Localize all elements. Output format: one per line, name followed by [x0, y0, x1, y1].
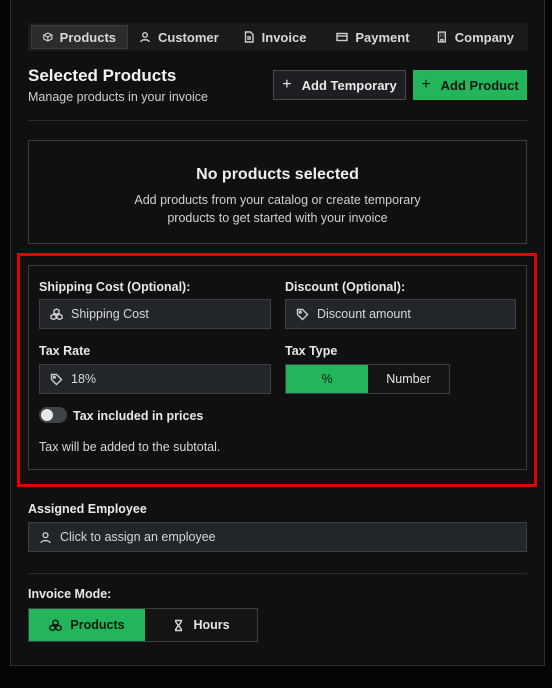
- tab-payment[interactable]: Payment: [325, 25, 425, 49]
- tab-company[interactable]: Company: [425, 25, 525, 49]
- tax-included-label: Tax included in prices: [73, 409, 204, 423]
- tax-rate-input[interactable]: 18%: [39, 364, 271, 394]
- shipping-cost-input[interactable]: Shipping Cost: [39, 299, 271, 329]
- credit-card-icon: [336, 32, 349, 42]
- tax-type-number-option[interactable]: Number: [368, 365, 449, 393]
- tab-customer-label: Customer: [158, 29, 219, 45]
- shipping-cost-placeholder: Shipping Cost: [71, 307, 149, 321]
- tab-customer[interactable]: Customer: [128, 25, 232, 49]
- assigned-employee-label: Assigned Employee: [28, 502, 147, 516]
- tag-icon: [50, 373, 63, 385]
- page-subtitle: Manage products in your invoice: [28, 90, 208, 104]
- boxes-icon: [49, 618, 63, 631]
- user-icon: [40, 531, 51, 543]
- building-icon: [437, 31, 446, 43]
- mode-products-label: Products: [70, 618, 125, 632]
- discount-placeholder: Discount amount: [317, 307, 411, 321]
- empty-products-card: No products selected Add products from y…: [28, 140, 527, 244]
- file-icon: [244, 31, 254, 43]
- tab-invoice[interactable]: Invoice: [232, 25, 326, 49]
- add-temporary-label: Add Temporary: [301, 77, 397, 93]
- tab-invoice-label: Invoice: [261, 29, 307, 45]
- invoice-mode-label: Invoice Mode:: [28, 587, 112, 601]
- box-icon: [43, 32, 53, 42]
- shipping-cost-label: Shipping Cost (Optional):: [39, 280, 191, 294]
- invoice-mode-selector: Products Hours: [28, 608, 258, 642]
- mode-hours-option[interactable]: Hours: [145, 609, 257, 641]
- empty-state-title: No products selected: [196, 166, 359, 183]
- tax-rate-label: Tax Rate: [39, 344, 91, 358]
- section-divider: [28, 573, 527, 574]
- boxes-icon: [50, 307, 63, 320]
- tax-rate-value: 18%: [71, 372, 97, 386]
- header-divider: [28, 120, 527, 121]
- tab-company-label: Company: [454, 29, 514, 45]
- tax-included-toggle[interactable]: [39, 407, 67, 423]
- mode-hours-label: Hours: [193, 618, 230, 632]
- tax-type-selector: % Number: [285, 364, 450, 394]
- page-title: Selected Products: [28, 66, 177, 85]
- discount-label: Discount (Optional):: [285, 280, 406, 294]
- assign-employee-placeholder: Click to assign an employee: [60, 530, 216, 544]
- add-temporary-button[interactable]: + Add Temporary: [273, 70, 406, 100]
- hourglass-icon: [175, 619, 183, 631]
- add-product-button[interactable]: + Add Product: [413, 70, 527, 100]
- tab-products-label: Products: [59, 29, 116, 45]
- assign-employee-input[interactable]: Click to assign an employee: [28, 522, 527, 552]
- tab-bar: Products Customer Invoice Payment Compan…: [28, 23, 528, 51]
- add-product-label: Add Product: [440, 77, 519, 93]
- discount-input[interactable]: Discount amount: [285, 299, 516, 329]
- tab-payment-label: Payment: [355, 29, 410, 45]
- user-icon: [140, 32, 150, 43]
- tax-type-label: Tax Type: [285, 344, 338, 358]
- tab-products[interactable]: Products: [31, 25, 128, 49]
- toggle-knob: [41, 409, 53, 421]
- mode-products-option[interactable]: Products: [29, 609, 145, 641]
- tax-note: Tax will be added to the subtotal.: [39, 440, 221, 454]
- tax-type-percent-option[interactable]: %: [286, 365, 368, 393]
- plus-icon: +: [421, 76, 431, 93]
- plus-icon: +: [282, 76, 292, 93]
- tag-icon: [296, 308, 309, 320]
- empty-state-description: Add products from your catalog or create…: [134, 193, 421, 225]
